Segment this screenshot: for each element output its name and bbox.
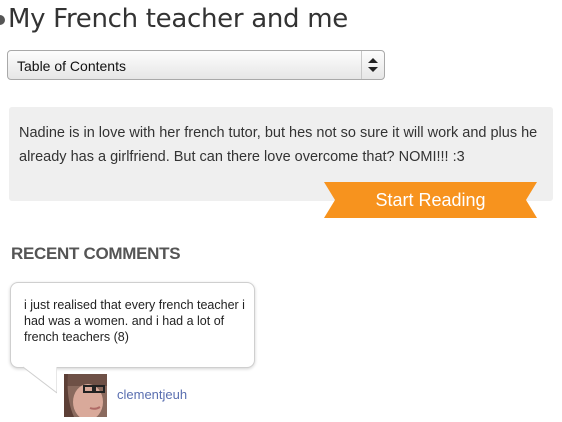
comment-author-link[interactable]: clementjeuh (117, 387, 187, 402)
comment-bubble: i just realised that every french teache… (10, 282, 255, 368)
toc-selected-label: Table of Contents (17, 58, 126, 74)
start-reading-label: Start Reading (375, 190, 486, 210)
speech-bubble-tail-icon (23, 366, 57, 394)
updown-arrows-icon (361, 51, 384, 79)
bullet-dot-icon (0, 15, 5, 25)
story-description: Nadine is in love with her french tutor,… (19, 125, 538, 165)
start-reading-button[interactable]: Start Reading (324, 182, 537, 218)
comment-text: i just realised that every french teache… (24, 298, 245, 344)
user-avatar-photo[interactable] (64, 374, 107, 417)
story-title: My French teacher and me (8, 4, 348, 34)
table-of-contents-select[interactable]: Table of Contents (7, 50, 385, 80)
recent-comments-heading: RECENT COMMENTS (11, 244, 181, 263)
